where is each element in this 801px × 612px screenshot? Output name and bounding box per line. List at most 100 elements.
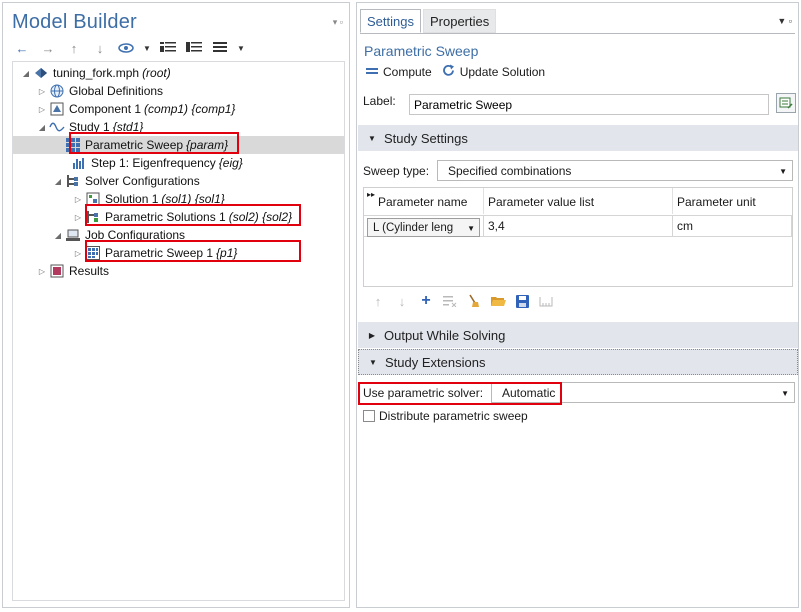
tree-node-label: Job Configurations <box>85 228 186 242</box>
tree-node-parametric-solutions-1[interactable]: ▷ Parametric Solutions 1 (sol2) {sol2} <box>71 208 292 226</box>
parameter-unit-cell[interactable]: cm <box>673 215 792 237</box>
list-view-icon[interactable] <box>209 39 231 57</box>
collapse-arrow-icon: ▼ <box>368 133 376 143</box>
parametric-solutions-icon <box>85 210 101 224</box>
column-header[interactable]: Parameter value list <box>484 188 673 214</box>
tree-node-tag: {std1} <box>112 120 144 134</box>
add-icon[interactable]: + <box>418 292 434 309</box>
delete-rows-icon[interactable] <box>442 293 458 309</box>
parameter-table: ▸▸ Parameter name Parameter value list P… <box>363 187 793 287</box>
component-icon <box>49 102 65 116</box>
parameter-name-cell[interactable]: L (Cylinder leng ▼ <box>364 215 484 237</box>
chevron-down-icon: ▼ <box>467 224 475 233</box>
tree-node-tag: {eig} <box>218 156 243 170</box>
show-icon[interactable] <box>115 39 137 57</box>
tree-node-parametric-sweep[interactable]: Parametric Sweep {param} <box>13 136 344 154</box>
node-title: Parametric Sweep <box>364 43 479 59</box>
panel-menu-icon[interactable]: ▾ ▫ <box>333 17 343 28</box>
tree-node-global-definitions[interactable]: ▷ Global Definitions <box>35 82 163 100</box>
job-configurations-icon <box>65 228 81 242</box>
section-output-while-solving[interactable]: ▶ Output While Solving <box>358 322 798 348</box>
tree-node-tag: (sol1) {sol1} <box>161 192 225 206</box>
tree-node-job-configurations[interactable]: ◢ Job Configurations <box>51 226 185 244</box>
move-up-icon[interactable]: ↑ <box>63 39 85 57</box>
tree-node-study-1[interactable]: ◢ Study 1 {std1} <box>35 118 143 136</box>
tree-node-label: Global Definitions <box>69 84 164 98</box>
save-icon[interactable] <box>514 293 530 309</box>
tree-node-solution-1[interactable]: ▷ Solution 1 (sol1) {sol1} <box>71 190 225 208</box>
forward-arrow-icon[interactable]: → <box>37 39 59 57</box>
tree-node-label: Parametric Sweep 1 <box>105 246 214 260</box>
range-icon[interactable] <box>538 293 554 309</box>
distribute-sweep-checkbox[interactable] <box>363 410 375 422</box>
move-down-icon[interactable]: ↓ <box>394 293 410 309</box>
label-edit-button[interactable] <box>776 93 796 113</box>
move-down-icon[interactable]: ↓ <box>89 39 111 57</box>
clear-table-icon[interactable] <box>466 293 482 309</box>
label-field[interactable] <box>409 94 769 115</box>
chevron-down-icon: ▼ <box>779 167 787 176</box>
distribute-sweep-row: Distribute parametric sweep <box>363 409 528 423</box>
globe-icon <box>49 84 65 98</box>
parametric-solver-select[interactable]: Automatic ▼ <box>491 382 795 403</box>
expand-arrow-icon[interactable]: ▷ <box>35 87 49 96</box>
collapse-arrow-icon[interactable]: ◢ <box>35 123 49 132</box>
tree-node-eigenfrequency-step[interactable]: Step 1: Eigenfrequency {eig} <box>71 154 243 172</box>
solver-configurations-icon <box>65 174 81 188</box>
tree-node-parametric-sweep-1[interactable]: ▷ Parametric Sweep 1 {p1} <box>71 244 237 262</box>
section-title: Study Extensions <box>385 354 486 370</box>
expand-arrow-icon[interactable]: ▷ <box>71 195 85 204</box>
expand-sections-icon[interactable] <box>157 39 179 57</box>
tab-settings[interactable]: Settings <box>360 9 421 33</box>
expand-arrow-icon[interactable]: ▷ <box>35 267 49 276</box>
parameter-name-value: L (Cylinder leng <box>373 221 454 234</box>
section-title: Study Settings <box>384 130 468 146</box>
sweep-type-select[interactable]: Specified combinations ▼ <box>437 160 793 181</box>
tree-node-tag: {param} <box>186 138 229 152</box>
tree-node-label: tuning_fork.mph <box>53 66 140 80</box>
panel-menu-icon[interactable]: ▼ ▫ <box>777 16 792 26</box>
sweep-type-label: Sweep type: <box>363 164 430 178</box>
column-header[interactable]: Parameter name <box>364 188 484 214</box>
collapse-arrow-icon[interactable]: ◢ <box>19 69 33 78</box>
results-icon <box>49 264 65 278</box>
parameter-name-select[interactable]: L (Cylinder leng ▼ <box>367 218 480 237</box>
open-folder-icon[interactable] <box>490 293 506 309</box>
table-toolbar: ↑ ↓ + <box>370 292 554 309</box>
show-dropdown-icon[interactable]: ▼ <box>141 39 153 57</box>
collapse-arrow-icon[interactable]: ◢ <box>51 177 65 186</box>
update-solution-button[interactable]: Update Solution <box>442 64 545 80</box>
section-study-settings[interactable]: ▼ Study Settings <box>358 125 798 151</box>
node-actions: Compute Update Solution <box>366 64 545 80</box>
study-icon <box>49 120 65 134</box>
move-up-icon[interactable]: ↑ <box>370 293 386 309</box>
expand-arrow-icon[interactable]: ▷ <box>71 213 85 222</box>
tree-node-solver-configurations[interactable]: ◢ Solver Configurations <box>51 172 200 190</box>
tree-node-root[interactable]: ◢ tuning_fork.mph (root) <box>19 64 171 82</box>
collapse-arrow-icon[interactable]: ◢ <box>51 231 65 240</box>
distribute-sweep-label: Distribute parametric sweep <box>379 409 528 423</box>
tree-node-tag: {p1} <box>216 246 238 260</box>
model-builder-panel: Model Builder ▾ ▫ ← → ↑ ↓ ▼ ▼ ◢ tuning_f… <box>2 2 350 608</box>
label-row: Label: <box>363 93 796 115</box>
expand-arrow-icon[interactable]: ▷ <box>35 105 49 114</box>
tree-node-component-1[interactable]: ▷ Component 1 (comp1) {comp1} <box>35 100 236 118</box>
parametric-sweep-icon <box>65 138 81 152</box>
collapse-arrow-icon: ▼ <box>369 357 377 367</box>
parameter-value-cell[interactable]: 3,4 <box>484 215 673 237</box>
tree-node-label: Study 1 <box>69 120 110 134</box>
view-dropdown-icon[interactable]: ▼ <box>235 39 247 57</box>
section-study-extensions[interactable]: ▼ Study Extensions <box>358 349 798 375</box>
parametric-solver-row: Use parametric solver: Automatic ▼ <box>359 382 795 404</box>
eigenfrequency-icon <box>71 156 87 170</box>
tree-node-label: Solver Configurations <box>85 174 200 188</box>
tab-properties[interactable]: Properties <box>422 9 497 33</box>
refresh-icon <box>442 64 455 80</box>
back-arrow-icon[interactable]: ← <box>11 39 33 57</box>
column-header[interactable]: Parameter unit <box>673 188 793 214</box>
collapse-sections-icon[interactable] <box>183 39 205 57</box>
compute-button[interactable]: Compute <box>366 65 432 79</box>
tree-node-label: Parametric Solutions 1 <box>105 210 226 224</box>
expand-arrow-icon[interactable]: ▷ <box>71 249 85 258</box>
tree-node-results[interactable]: ▷ Results <box>35 262 109 280</box>
